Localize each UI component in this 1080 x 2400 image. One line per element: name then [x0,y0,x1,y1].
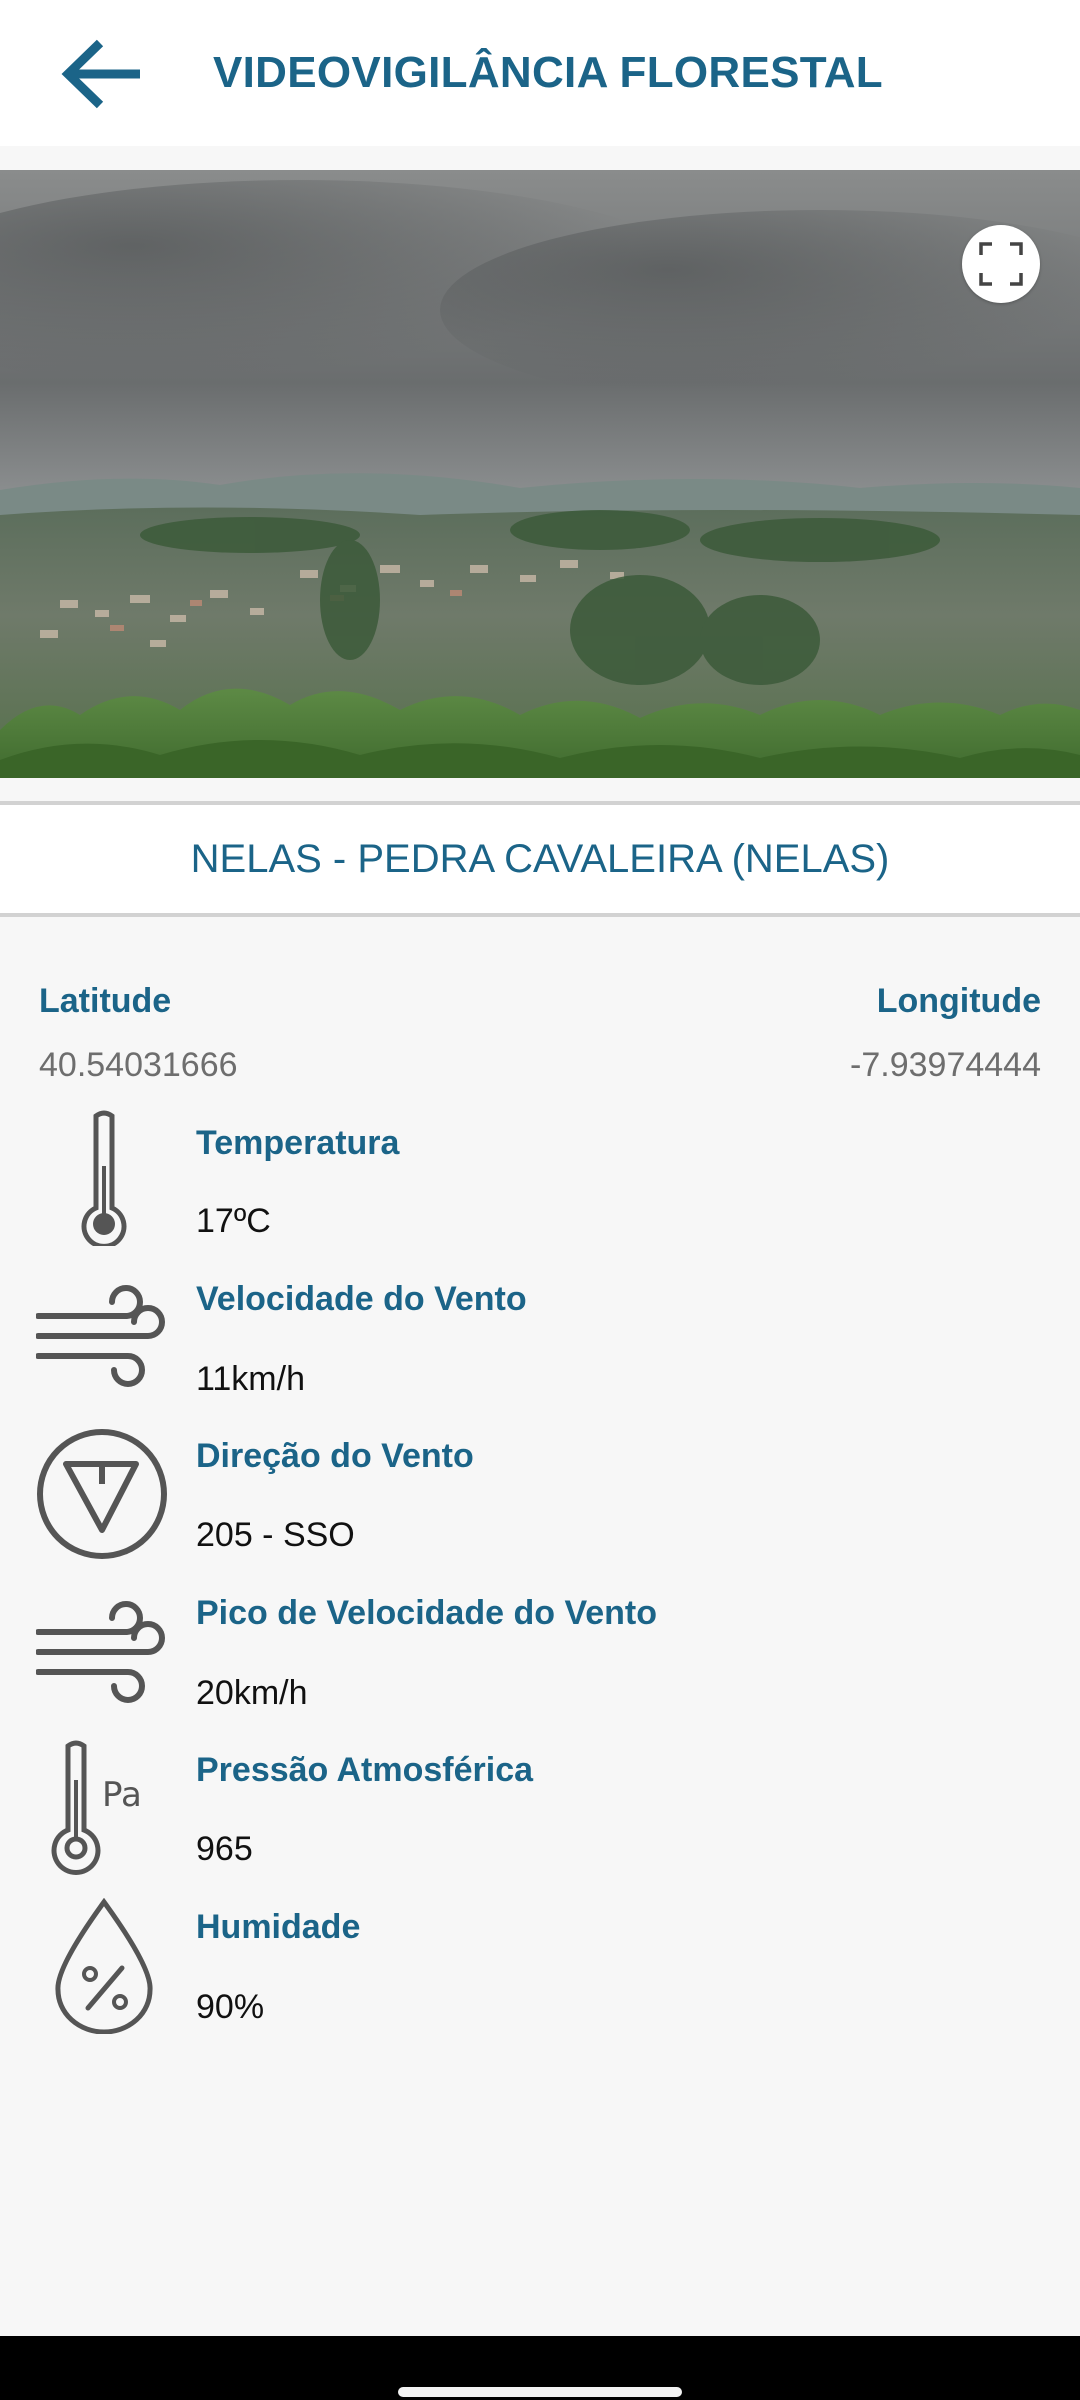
longitude-label: Longitude [876,982,1041,1020]
page-title: VIDEOVIGILÂNCIA FLORESTAL [213,48,883,97]
thermometer-icon [36,1110,172,1249]
latitude-label: Latitude [39,982,172,1020]
svg-text:Pa: Pa [102,1775,142,1815]
metric-value-humidity: 90% [196,1988,265,2026]
humidity-icon [36,1897,172,2035]
metric-label-wind-direction: Direção do Vento [196,1437,474,1475]
station-band: NELAS - PEDRA CAVALEIRA (NELAS) [0,801,1080,917]
pressure-icon: Pa [36,1740,172,1876]
arrow-left-icon [61,39,140,109]
metric-value-wind-speed: 11km/h [196,1360,305,1398]
metric-label-temperature: Temperatura [196,1124,400,1162]
metric-value-wind-direction: 205 - SSO [196,1516,355,1554]
metric-value-temperature: 17ºC [196,1202,271,1240]
wind-direction-icon [36,1426,172,1562]
camera-snapshot[interactable] [0,170,1080,778]
metric-label-wind-speed: Velocidade do Vento [196,1280,527,1318]
wind-icon [35,1268,172,1404]
home-gesture-handle[interactable] [398,2387,682,2397]
metric-label-wind-gust: Pico de Velocidade do Vento [196,1594,658,1632]
metric-label-humidity: Humidade [196,1908,361,1946]
wind-gust-icon [35,1584,172,1720]
metric-label-pressure: Pressão Atmosférica [196,1751,534,1789]
app-header: VIDEOVIGILÂNCIA FLORESTAL [0,0,1080,146]
metric-value-wind-gust: 20km/h [196,1674,308,1712]
fullscreen-button[interactable] [962,225,1040,303]
latitude-value: 40.54031666 [39,1046,238,1084]
fullscreen-icon [979,242,1023,286]
back-button[interactable] [52,34,152,114]
longitude-value: -7.93974444 [850,1046,1041,1084]
metric-value-pressure: 965 [196,1830,253,1868]
station-name: NELAS - PEDRA CAVALEIRA (NELAS) [190,836,890,881]
